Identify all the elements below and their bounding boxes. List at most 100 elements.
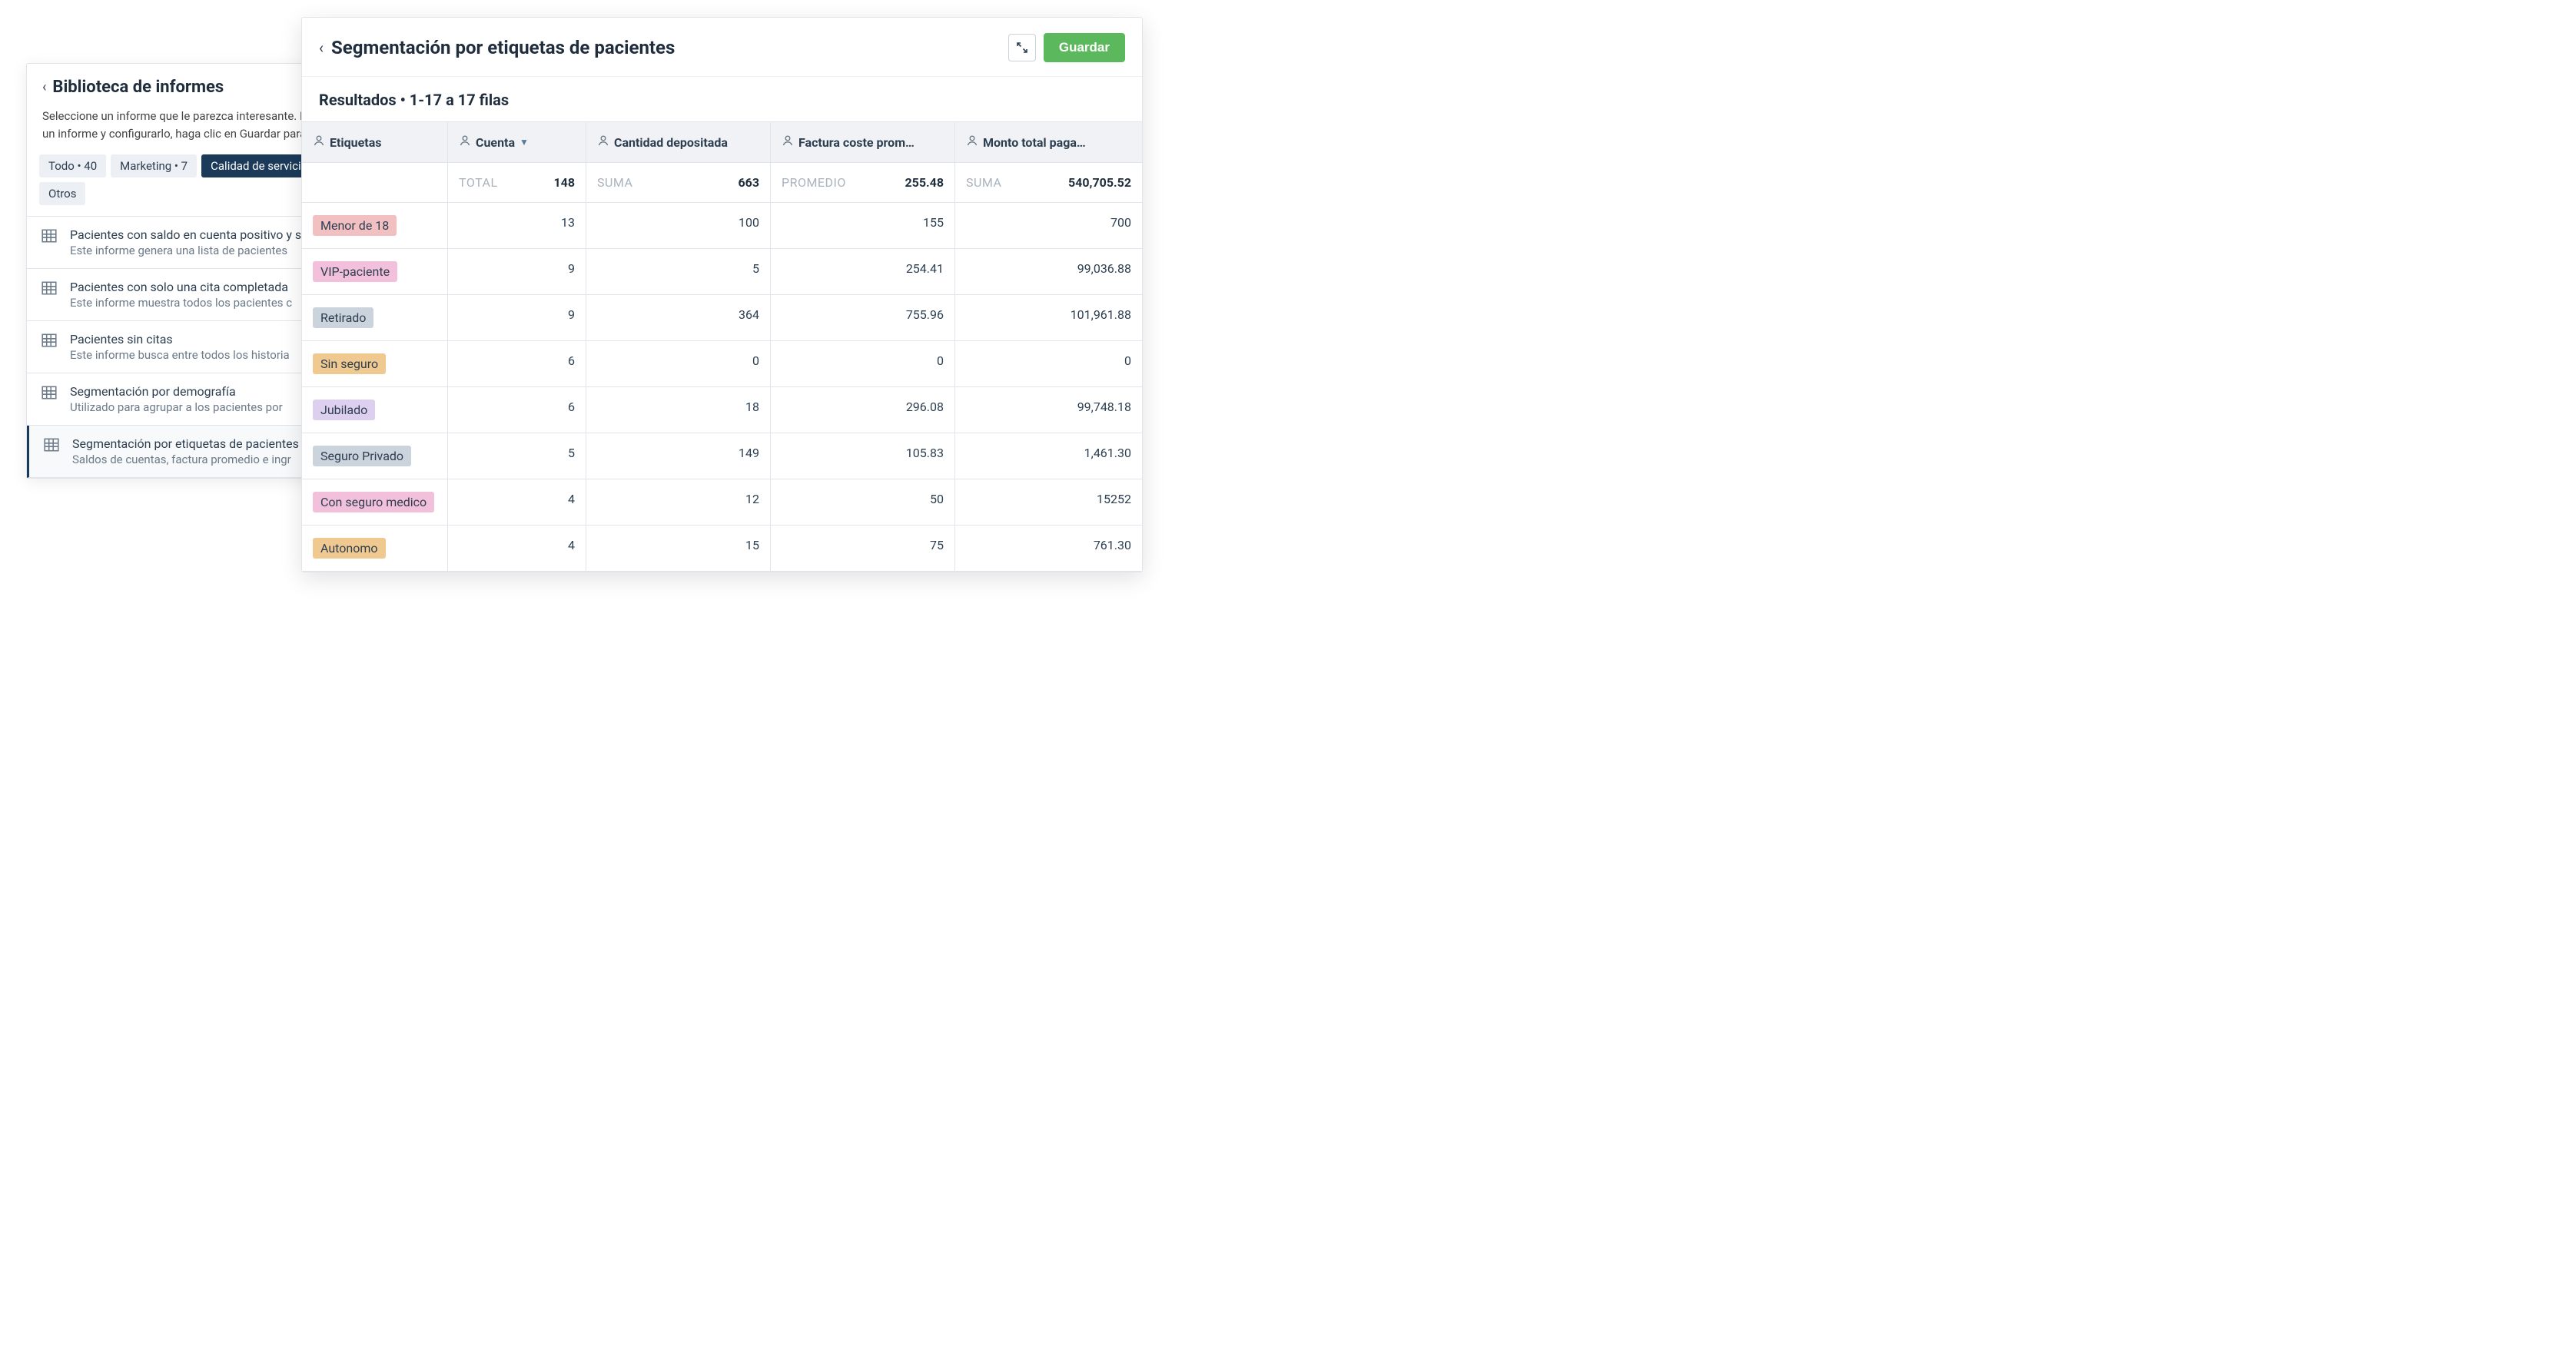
back-icon[interactable]: ‹: [42, 79, 46, 95]
cell-monto: 15252: [955, 479, 1142, 525]
totals-cell: TOTAL 148: [448, 163, 586, 202]
report-title: Pacientes sin citas: [70, 332, 290, 347]
report-title: Pacientes con saldo en cuenta positivo y…: [70, 227, 340, 242]
table-totals: TOTAL148SUMA663PROMEDIO255.48SUMA540,705…: [302, 163, 1142, 203]
table-icon: [41, 280, 59, 298]
cell-cuenta: 9: [448, 295, 586, 340]
cell-tag: Con seguro medico: [302, 479, 448, 525]
report-desc: Este informe busca entre todos los histo…: [70, 348, 290, 362]
column-header[interactable]: Factura coste prom…: [771, 122, 955, 162]
totals-label: PROMEDIO: [782, 175, 846, 190]
totals-label: TOTAL: [459, 175, 498, 190]
report-title: Segmentación por demografía: [70, 384, 283, 399]
cell-monto: 1,461.30: [955, 433, 1142, 479]
patient-tag: Jubilado: [313, 400, 375, 420]
totals-cell: SUMA663: [586, 163, 771, 202]
report-desc: Este informe genera una lista de pacient…: [70, 244, 340, 257]
table-row[interactable]: Autonomo 41575761.30: [302, 526, 1142, 572]
patient-tag: Autonomo: [313, 538, 386, 559]
cell-monto: 101,961.88: [955, 295, 1142, 340]
column-header[interactable]: Cantidad depositada: [586, 122, 771, 162]
filter-pill[interactable]: Todo • 40: [39, 154, 106, 177]
cell-factura: 75: [771, 526, 955, 571]
cell-tag: Menor de 18: [302, 203, 448, 248]
cell-tag: Jubilado: [302, 387, 448, 433]
cell-cantidad: 18: [586, 387, 771, 433]
cell-cuenta: 4: [448, 526, 586, 571]
column-label: Factura coste prom…: [798, 135, 915, 150]
filter-pill[interactable]: Marketing • 7: [111, 154, 197, 177]
table-row[interactable]: Retirado9364755.96101,961.88: [302, 295, 1142, 341]
column-header[interactable]: Etiquetas: [302, 122, 448, 162]
table-icon: [41, 332, 59, 350]
detail-header: ‹ Segmentación por etiquetas de paciente…: [302, 18, 1142, 76]
table-row[interactable]: Sin seguro6000: [302, 341, 1142, 387]
back-icon[interactable]: ‹: [319, 38, 324, 57]
cell-factura: 155: [771, 203, 955, 248]
report-title: Pacientes con solo una cita completada: [70, 280, 292, 294]
totals-cell: [302, 163, 448, 202]
detail-title: Segmentación por etiquetas de pacientes: [331, 37, 675, 58]
cell-cantidad: 15: [586, 526, 771, 571]
cell-cantidad: 149: [586, 433, 771, 479]
patient-tag: Retirado: [313, 307, 373, 328]
cell-monto: 99,748.18: [955, 387, 1142, 433]
table-row[interactable]: Seguro Privado5149105.831,461.30: [302, 433, 1142, 479]
column-label: Cuenta: [476, 135, 515, 150]
cell-factura: 0: [771, 341, 955, 386]
table-row[interactable]: VIP-paciente95254.4199,036.88: [302, 249, 1142, 295]
report-desc: Utilizado para agrupar a los pacientes p…: [70, 400, 283, 414]
report-title: Segmentación por etiquetas de pacientes: [72, 436, 299, 451]
cell-cuenta: 6: [448, 387, 586, 433]
cell-cuenta: 4: [448, 479, 586, 525]
results-table: Etiquetas Cuenta ▼ Cantidad depositada Factu…: [302, 121, 1142, 572]
save-button[interactable]: Guardar: [1044, 33, 1125, 62]
results-title: Resultados • 1-17 a 17 filas: [302, 76, 1142, 121]
expand-button[interactable]: [1008, 34, 1036, 61]
report-desc: Saldos de cuentas, factura promedio e in…: [72, 453, 299, 466]
detail-panel: ‹ Segmentación por etiquetas de paciente…: [301, 17, 1143, 572]
totals-value: 148: [553, 175, 575, 190]
cell-tag: Seguro Privado: [302, 433, 448, 479]
cell-factura: 50: [771, 479, 955, 525]
sort-desc-icon: ▼: [520, 137, 529, 148]
column-label: Cantidad depositada: [614, 135, 728, 150]
filter-pill[interactable]: Calidad de servicio: [201, 154, 317, 177]
cell-monto: 761.30: [955, 526, 1142, 571]
cell-cantidad: 5: [586, 249, 771, 294]
cell-factura: 254.41: [771, 249, 955, 294]
cell-factura: 105.83: [771, 433, 955, 479]
patient-tag: VIP-paciente: [313, 261, 397, 282]
column-header[interactable]: Monto total paga…: [955, 122, 1142, 162]
library-title: Biblioteca de informes: [52, 78, 224, 97]
table-row[interactable]: Jubilado618296.0899,748.18: [302, 387, 1142, 433]
cell-cuenta: 5: [448, 433, 586, 479]
column-header[interactable]: Cuenta ▼: [448, 122, 586, 162]
column-label: Monto total paga…: [983, 135, 1086, 150]
cell-cantidad: 0: [586, 341, 771, 386]
cell-cuenta: 9: [448, 249, 586, 294]
cell-cantidad: 12: [586, 479, 771, 525]
person-icon: [597, 134, 609, 150]
table-header: Etiquetas Cuenta ▼ Cantidad depositada Factu…: [302, 121, 1142, 163]
table-icon: [41, 227, 59, 246]
person-icon: [313, 134, 325, 150]
patient-tag: Sin seguro: [313, 353, 386, 374]
table-row[interactable]: Menor de 1813100155700: [302, 203, 1142, 249]
table-row[interactable]: Con seguro medico4125015252: [302, 479, 1142, 526]
report-desc: Este informe muestra todos los pacientes…: [70, 296, 292, 310]
totals-value: 255.48: [905, 175, 944, 190]
person-icon: [966, 134, 978, 150]
table-icon: [41, 384, 59, 403]
filter-pill[interactable]: Otros: [39, 182, 85, 205]
totals-cell: SUMA540,705.52: [955, 163, 1142, 202]
cell-cuenta: 13: [448, 203, 586, 248]
totals-label: SUMA: [597, 175, 632, 190]
cell-tag: Retirado: [302, 295, 448, 340]
column-label: Etiquetas: [330, 135, 381, 150]
expand-icon: [1016, 41, 1028, 54]
table-body: Menor de 1813100155700VIP-paciente95254.…: [302, 203, 1142, 572]
patient-tag: Menor de 18: [313, 215, 397, 236]
totals-value: 540,705.52: [1068, 175, 1131, 190]
cell-monto: 700: [955, 203, 1142, 248]
